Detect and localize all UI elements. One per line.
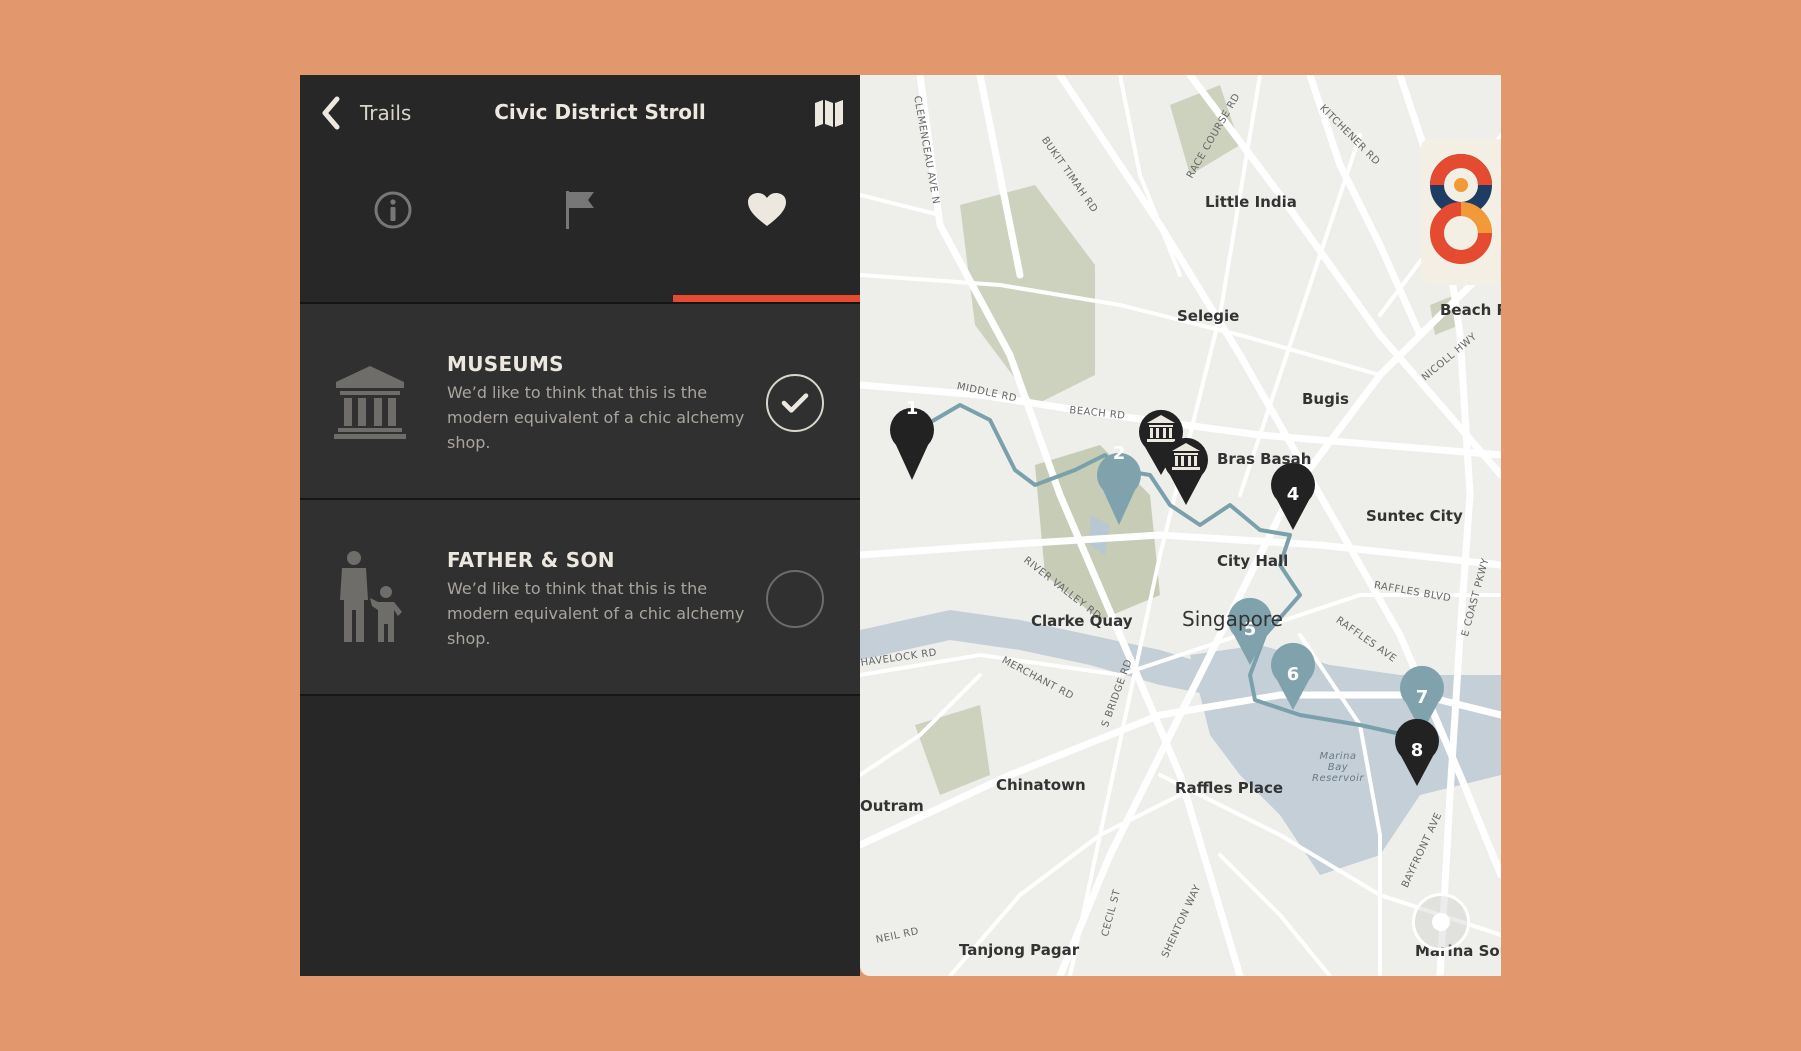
- checkmark-icon: [781, 393, 809, 413]
- trail-panel: Trails Civic District Stroll MUSEUMS We’…: [300, 75, 860, 976]
- location-icon: [1432, 913, 1450, 931]
- tab-info[interactable]: [300, 149, 487, 302]
- place-label: Chinatown: [996, 776, 1086, 794]
- place-label: Clarke Quay: [1031, 612, 1133, 630]
- museum-icon: [334, 366, 406, 439]
- map-base: 1 2 4 5 6 7 8: [860, 75, 1501, 976]
- list-item[interactable]: MUSEUMS We’d like to think that this is …: [300, 304, 860, 500]
- place-label: Beach Rd: [1440, 301, 1501, 319]
- list-item[interactable]: FATHER & SON We’d like to think that thi…: [300, 500, 860, 696]
- map-toggle-button[interactable]: [813, 97, 845, 129]
- info-icon: [374, 191, 412, 228]
- category-description: We’d like to think that this is the mode…: [447, 383, 745, 452]
- place-label: Tanjong Pagar: [959, 941, 1080, 959]
- svg-text:8: 8: [1411, 740, 1424, 761]
- place-label: City Hall: [1217, 552, 1289, 570]
- tab-bar: [300, 149, 860, 304]
- category-list: MUSEUMS We’d like to think that this is …: [300, 304, 860, 696]
- tab-favourites[interactable]: [673, 149, 860, 302]
- map-pin: 1: [890, 398, 934, 480]
- place-label: Bras Basah: [1217, 450, 1312, 468]
- app-logo-badge[interactable]: [1421, 139, 1501, 285]
- page-title: Civic District Stroll: [494, 100, 706, 124]
- trail-map[interactable]: 1 2 4 5 6 7 8 Little India Selegie Bugis…: [860, 75, 1501, 976]
- place-label: Singapore: [1182, 607, 1283, 631]
- app-window: Trails Civic District Stroll MUSEUMS We’…: [300, 75, 1501, 976]
- place-label: Outram: [860, 797, 924, 815]
- tab-flag[interactable]: [487, 149, 674, 302]
- select-toggle[interactable]: [766, 570, 824, 628]
- app-logo: [1430, 154, 1492, 264]
- flag-icon: [566, 190, 594, 229]
- svg-text:4: 4: [1287, 484, 1300, 505]
- map-icon: [815, 100, 843, 127]
- father-son-icon: [340, 551, 402, 642]
- place-label: Selegie: [1177, 307, 1240, 325]
- place-label: Suntec City: [1366, 507, 1463, 525]
- category-title: MUSEUMS: [447, 352, 564, 376]
- select-toggle[interactable]: [766, 374, 824, 432]
- heart-icon: [747, 192, 786, 226]
- reservoir-label: Marina Bay Reservoir: [1312, 751, 1364, 784]
- place-label: Bugis: [1302, 390, 1349, 408]
- place-label: Little India: [1205, 193, 1297, 211]
- svg-text:2: 2: [1113, 443, 1126, 464]
- top-bar: Trails Civic District Stroll: [300, 75, 860, 149]
- category-title: FATHER & SON: [447, 548, 615, 572]
- place-label: Raffles Place: [1175, 779, 1284, 797]
- svg-text:7: 7: [1416, 687, 1429, 708]
- locate-me-button[interactable]: [1412, 893, 1470, 951]
- svg-text:1: 1: [906, 398, 919, 419]
- category-description: We’d like to think that this is the mode…: [447, 579, 745, 648]
- svg-text:6: 6: [1287, 664, 1300, 685]
